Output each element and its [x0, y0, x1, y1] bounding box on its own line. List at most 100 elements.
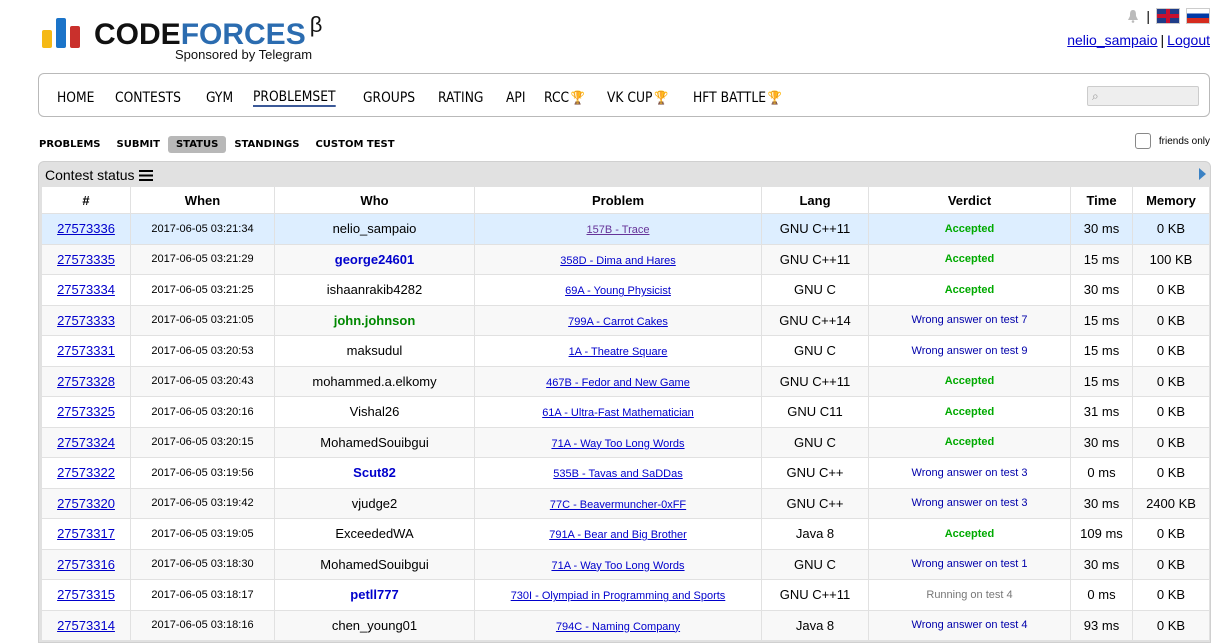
friends-only-label: friends only	[1158, 135, 1210, 147]
problem-cell: 358D - Dima and Hares	[474, 243, 762, 275]
friends-only-checkbox[interactable]	[1134, 133, 1151, 149]
problem-link[interactable]: 69A - Young Physicist	[565, 285, 671, 297]
language: GNU C	[761, 335, 869, 367]
table-row: 27573316 2017-06-05 03:18:30 MohamedSouibg…	[41, 548, 1210, 580]
menu-item-api[interactable]: API	[506, 89, 525, 107]
menu-item-problemset[interactable]: PROBLEMSET	[253, 89, 336, 107]
user-handle[interactable]: Scut82	[274, 457, 475, 489]
submission-id-link[interactable]: 27573333	[57, 313, 115, 328]
problem-link[interactable]: 730I - Olympiad in Programming and Sport…	[511, 590, 726, 602]
problem-link[interactable]: 77C - Beavermuncher-0xFF	[550, 499, 686, 511]
problem-link[interactable]: 799A - Carrot Cakes	[568, 316, 668, 328]
status-table: # When Who Problem Lang Verdict Time Memory 275…	[41, 186, 1210, 641]
list-icon[interactable]	[138, 169, 153, 181]
user-handle[interactable]: maksudul	[274, 335, 475, 367]
search-input[interactable]: ⌕	[1087, 86, 1199, 106]
submission-id-link[interactable]: 27573324	[57, 435, 115, 450]
user-handle[interactable]: mohammed.a.elkomy	[274, 365, 475, 397]
submenu-item-custom-test[interactable]: CUSTOM TEST	[307, 136, 402, 153]
logout-link[interactable]: Logout	[1167, 32, 1210, 48]
submenu-item-standings[interactable]: STANDINGS	[226, 136, 307, 153]
user-handle[interactable]: MohamedSouibgui	[274, 548, 475, 580]
submission-id-link[interactable]: 27573335	[57, 252, 115, 267]
submission-time: 2017-06-05 03:19:56	[130, 457, 275, 489]
run-time: 15 ms	[1070, 304, 1133, 336]
memory-used: 0 KB	[1132, 304, 1210, 336]
run-time: 15 ms	[1070, 365, 1133, 397]
submission-id-link[interactable]: 27573331	[57, 343, 115, 358]
user-handle[interactable]: ishaanrakib4282	[274, 274, 475, 306]
menu-item-label: HFT BATTLE	[692, 90, 766, 106]
menu-item-vk-cup[interactable]: VK CUP 🏆	[607, 89, 668, 107]
run-time: 15 ms	[1070, 335, 1133, 367]
user-handle[interactable]: chen_young01	[274, 609, 475, 641]
verdict: Accepted	[868, 274, 1071, 306]
submission-id-link[interactable]: 27573336	[57, 221, 115, 236]
problem-link[interactable]: 358D - Dima and Hares	[560, 255, 676, 267]
run-time: 93 ms	[1070, 609, 1133, 641]
menu-item-hft-battle[interactable]: HFT BATTLE 🏆	[693, 89, 782, 107]
verdict: Accepted	[868, 426, 1071, 458]
submission-time: 2017-06-05 03:21:29	[130, 243, 275, 275]
user-handle[interactable]: Vishal26	[274, 396, 475, 428]
problem-link[interactable]: 157B - Trace	[587, 224, 650, 236]
submenu-item-submit[interactable]: SUBMIT	[109, 136, 168, 153]
submission-id-cell: 27573325	[41, 396, 131, 428]
problem-link[interactable]: 71A - Way Too Long Words	[551, 438, 684, 450]
problem-link[interactable]: 791A - Bear and Big Brother	[549, 529, 687, 541]
submission-id-link[interactable]: 27573314	[57, 618, 115, 633]
menu-item-label: RCC	[544, 90, 570, 106]
problem-link[interactable]: 71A - Way Too Long Words	[551, 560, 684, 572]
run-time: 30 ms	[1070, 548, 1133, 580]
problem-link[interactable]: 535B - Tavas and SaDDas	[553, 468, 682, 480]
submenu-item-status[interactable]: STATUS	[167, 136, 227, 153]
submission-id-cell: 27573334	[41, 274, 131, 306]
friends-only-filter[interactable]: friends only	[1134, 133, 1210, 149]
bell-icon[interactable]	[1126, 9, 1140, 23]
russian-flag-icon[interactable]	[1186, 8, 1210, 24]
submission-id-cell: 27573320	[41, 487, 131, 519]
trophy-icon: 🏆	[767, 90, 782, 106]
user-handle[interactable]: petll777	[274, 579, 475, 611]
submission-id-link[interactable]: 27573325	[57, 404, 115, 419]
problem-link[interactable]: 467B - Fedor and New Game	[546, 377, 690, 389]
submission-id-link[interactable]: 27573316	[57, 557, 115, 572]
language: GNU C	[761, 274, 869, 306]
user-handle[interactable]: nelio_sampaio	[274, 213, 475, 245]
submission-id-link[interactable]: 27573320	[57, 496, 115, 511]
submission-id-link[interactable]: 27573315	[57, 587, 115, 602]
arrow-right-icon[interactable]	[1199, 168, 1206, 180]
menu-item-groups[interactable]: GROUPS	[363, 89, 415, 107]
user-handle[interactable]: ExceededWA	[274, 518, 475, 550]
submission-id-link[interactable]: 27573322	[57, 465, 115, 480]
user-links: nelio_sampaio | Logout	[1067, 32, 1210, 48]
user-handle[interactable]: vjudge2	[274, 487, 475, 519]
verdict: Accepted	[868, 243, 1071, 275]
submission-id-link[interactable]: 27573328	[57, 374, 115, 389]
problem-link[interactable]: 61A - Ultra-Fast Mathematician	[542, 407, 694, 419]
submission-id-link[interactable]: 27573334	[57, 282, 115, 297]
menu-item-contests[interactable]: CONTESTS	[115, 89, 181, 107]
codeforces-logo[interactable]: CODEFORCES β Sponsored by Telegram	[42, 12, 342, 64]
user-handle[interactable]: MohamedSouibgui	[274, 426, 475, 458]
menu-item-gym[interactable]: GYM	[206, 89, 233, 107]
verdict: Accepted	[868, 365, 1071, 397]
user-handle[interactable]: john.johnson	[274, 304, 475, 336]
english-flag-icon[interactable]	[1156, 8, 1180, 24]
trophy-icon: 🏆	[654, 90, 669, 106]
user-handle[interactable]: george24601	[274, 243, 475, 275]
memory-used: 0 KB	[1132, 609, 1210, 641]
menu-item-rating[interactable]: RATING	[438, 89, 483, 107]
menu-item-rcc[interactable]: RCC 🏆	[544, 89, 585, 107]
problem-link[interactable]: 1A - Theatre Square	[569, 346, 668, 358]
memory-used: 0 KB	[1132, 548, 1210, 580]
submenu-item-problems[interactable]: PROBLEMS	[39, 136, 109, 153]
language: GNU C++11	[761, 243, 869, 275]
submission-id-link[interactable]: 27573317	[57, 526, 115, 541]
language: GNU C++14	[761, 304, 869, 336]
memory-used: 0 KB	[1132, 365, 1210, 397]
problem-link[interactable]: 794C - Naming Company	[556, 621, 680, 633]
menu-item-home[interactable]: HOME	[57, 89, 94, 107]
profile-link[interactable]: nelio_sampaio	[1067, 32, 1157, 48]
submission-time: 2017-06-05 03:21:25	[130, 274, 275, 306]
